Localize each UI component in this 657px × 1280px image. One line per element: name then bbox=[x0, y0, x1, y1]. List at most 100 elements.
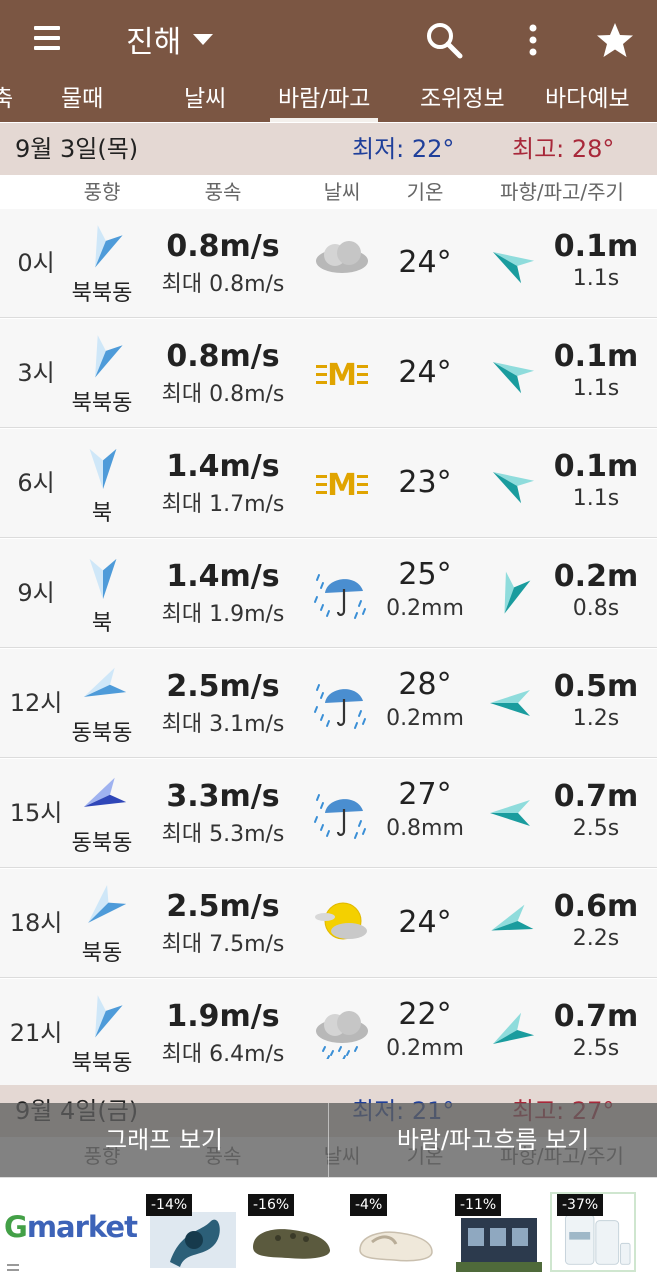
wind-speed: 1.4m/s bbox=[166, 449, 280, 484]
hour-label: 0시 bbox=[17, 249, 55, 277]
wind-direction-label: 북 bbox=[91, 611, 113, 636]
discount-badge: -37% bbox=[557, 1194, 604, 1216]
wind-gust: 최대 1.9m/s bbox=[161, 602, 285, 627]
forecast-row[interactable]: 9시북 1.4m/s 최대 1.9m/s 25° 0.2mm 0.2m 0.8s bbox=[0, 539, 657, 648]
col-wave: 파향/파고/주기 bbox=[500, 180, 624, 204]
forecast-row[interactable]: 0시 북북동 0.8m/s 최대 0.8m/s 24° 0.1m 1.1s bbox=[0, 209, 657, 318]
search-icon[interactable] bbox=[418, 14, 470, 66]
haze-icon: M bbox=[316, 468, 368, 503]
wind-direction-arrow-icon bbox=[83, 777, 126, 807]
wind-direction-arrow-icon bbox=[89, 448, 117, 490]
wind-direction-label: 북동 bbox=[81, 941, 123, 966]
ad-banner[interactable]: Gmarket -14% -16% -4% -11% -37% bbox=[0, 1177, 657, 1280]
hour-label: 6시 bbox=[17, 469, 55, 497]
temperature: 25° bbox=[398, 557, 452, 592]
wave-height: 0.1m bbox=[553, 449, 639, 484]
col-wind-dir: 풍향 bbox=[83, 180, 121, 204]
wind-speed: 0.8m/s bbox=[166, 339, 280, 374]
col-temp: 기온 bbox=[406, 180, 444, 204]
location-name: 진해 bbox=[126, 25, 182, 60]
umbrella-rain-icon bbox=[314, 684, 366, 729]
max-temp: 최고: 28° bbox=[512, 135, 615, 163]
wind-direction-arrow-icon bbox=[83, 667, 126, 697]
col-weather: 날씨 bbox=[323, 180, 361, 204]
wind-direction-label: 북 bbox=[91, 501, 113, 526]
tab-tide-info[interactable]: 조위정보 bbox=[420, 78, 505, 122]
wind-speed: 1.4m/s bbox=[166, 559, 280, 594]
wind-gust: 최대 0.8m/s bbox=[161, 272, 285, 297]
wave-direction-arrow-icon bbox=[491, 904, 534, 931]
location-selector[interactable]: 진해 bbox=[126, 18, 214, 60]
wind-direction-label: 동북동 bbox=[71, 831, 133, 856]
wave-period: 1.2s bbox=[572, 706, 620, 731]
wave-period: 2.2s bbox=[572, 926, 620, 951]
graph-view-button[interactable]: 그래프 보기 bbox=[0, 1103, 328, 1177]
precipitation: 0.2mm bbox=[386, 706, 464, 731]
svg-text:M: M bbox=[327, 358, 357, 393]
hour-label: 9시 bbox=[17, 579, 55, 607]
precipitation: 0.2mm bbox=[386, 596, 464, 621]
wind-direction-label: 북북동 bbox=[71, 1051, 133, 1076]
cloud-rain-icon bbox=[316, 1011, 368, 1059]
discount-badge: -16% bbox=[248, 1194, 295, 1216]
wave-period: 2.5s bbox=[572, 1036, 620, 1061]
discount-badge: -4% bbox=[350, 1194, 388, 1216]
column-headers: 풍향 풍속 날씨 기온 파향/파고/주기 bbox=[0, 175, 657, 209]
app-root: 진해 축 물때 날씨 바람/파고 조위정보 바다예보 9월 3일(목) 최저: … bbox=[0, 0, 657, 1280]
star-icon[interactable] bbox=[589, 14, 641, 66]
tab-marine-forecast[interactable]: 바다예보 bbox=[545, 78, 630, 122]
wave-direction-arrow-icon bbox=[490, 800, 530, 826]
hour-label: 21시 bbox=[9, 1019, 63, 1047]
tab-bar: 축 물때 날씨 바람/파고 조위정보 바다예보 bbox=[0, 78, 657, 122]
wave-period: 1.1s bbox=[572, 486, 620, 511]
gmarket-logo[interactable]: Gmarket bbox=[4, 1210, 138, 1244]
temperature: 23° bbox=[398, 465, 452, 500]
wind-gust: 최대 1.7m/s bbox=[161, 492, 285, 517]
forecast-row[interactable]: 3시 북북동 0.8m/s 최대 0.8m/s M 24° 0.1m 1.1s bbox=[0, 319, 657, 428]
min-temp: 최저: 22° bbox=[352, 135, 455, 163]
temperature: 24° bbox=[398, 355, 452, 390]
wave-height: 0.7m bbox=[553, 999, 639, 1034]
wind-gust: 최대 3.1m/s bbox=[161, 712, 285, 737]
tab-wind-wave[interactable]: 바람/파고 bbox=[270, 78, 379, 122]
umbrella-rain-icon bbox=[314, 574, 366, 619]
wind-speed: 1.9m/s bbox=[166, 999, 280, 1034]
forecast-row[interactable]: 15시 동북동 3.3m/s 최대 5.3m/s 27° 0.8mm 0.7m 2.5s bbox=[0, 759, 657, 868]
wind-wave-flow-button[interactable]: 바람/파고흐름 보기 bbox=[329, 1103, 657, 1177]
precipitation: 0.8mm bbox=[386, 816, 464, 841]
forecast-row[interactable]: 21시 북북동 1.9m/s 최대 6.4m/s 22° 0.2mm 0.7m 2.5s bbox=[0, 979, 657, 1088]
wave-height: 0.1m bbox=[553, 229, 639, 264]
wave-height: 0.7m bbox=[553, 779, 639, 814]
wave-period: 1.1s bbox=[572, 376, 620, 401]
hour-label: 3시 bbox=[17, 359, 55, 387]
wave-period: 1.1s bbox=[572, 266, 620, 291]
wind-direction-label: 북북동 bbox=[71, 281, 133, 306]
wind-direction-arrow-icon bbox=[88, 884, 126, 923]
discount-badge: -14% bbox=[146, 1194, 193, 1216]
wind-direction-arrow-icon bbox=[95, 225, 123, 268]
forecast-row[interactable]: 18시 북동 2.5m/s 최대 7.5m/s 24° 0.6m 2.2s bbox=[0, 869, 657, 978]
wave-direction-arrow-icon bbox=[492, 1012, 535, 1044]
wave-height: 0.6m bbox=[553, 889, 639, 924]
temperature: 27° bbox=[398, 777, 452, 812]
wave-height: 0.2m bbox=[553, 559, 639, 594]
forecast-row[interactable]: 12시 동북동 2.5m/s 최대 3.1m/s 28° 0.2mm 0.5m 1.2s bbox=[0, 649, 657, 758]
wave-period: 0.8s bbox=[572, 596, 620, 621]
menu-icon[interactable] bbox=[20, 18, 76, 60]
tab-partial[interactable]: 축 bbox=[0, 78, 13, 122]
wind-direction-label: 북북동 bbox=[71, 391, 133, 416]
wave-height: 0.5m bbox=[553, 669, 639, 704]
caret-down-icon bbox=[193, 33, 214, 45]
wave-direction-arrow-icon bbox=[492, 362, 535, 394]
tab-tide[interactable]: 물때 bbox=[61, 78, 103, 122]
forecast-row[interactable]: 6시북 1.4m/s 최대 1.7m/s M 23° 0.1m 1.1s bbox=[0, 429, 657, 538]
tab-weather[interactable]: 날씨 bbox=[184, 78, 226, 122]
ad-menu-icon[interactable] bbox=[7, 1264, 19, 1274]
wind-gust: 최대 7.5m/s bbox=[161, 932, 285, 957]
top-app-bar: 진해 bbox=[0, 0, 657, 78]
wave-direction-arrow-icon bbox=[504, 571, 531, 614]
more-vert-icon[interactable] bbox=[507, 14, 559, 66]
sun-cloud-icon bbox=[315, 902, 367, 940]
wind-direction-arrow-icon bbox=[89, 558, 117, 600]
wind-direction-label: 동북동 bbox=[71, 721, 133, 746]
